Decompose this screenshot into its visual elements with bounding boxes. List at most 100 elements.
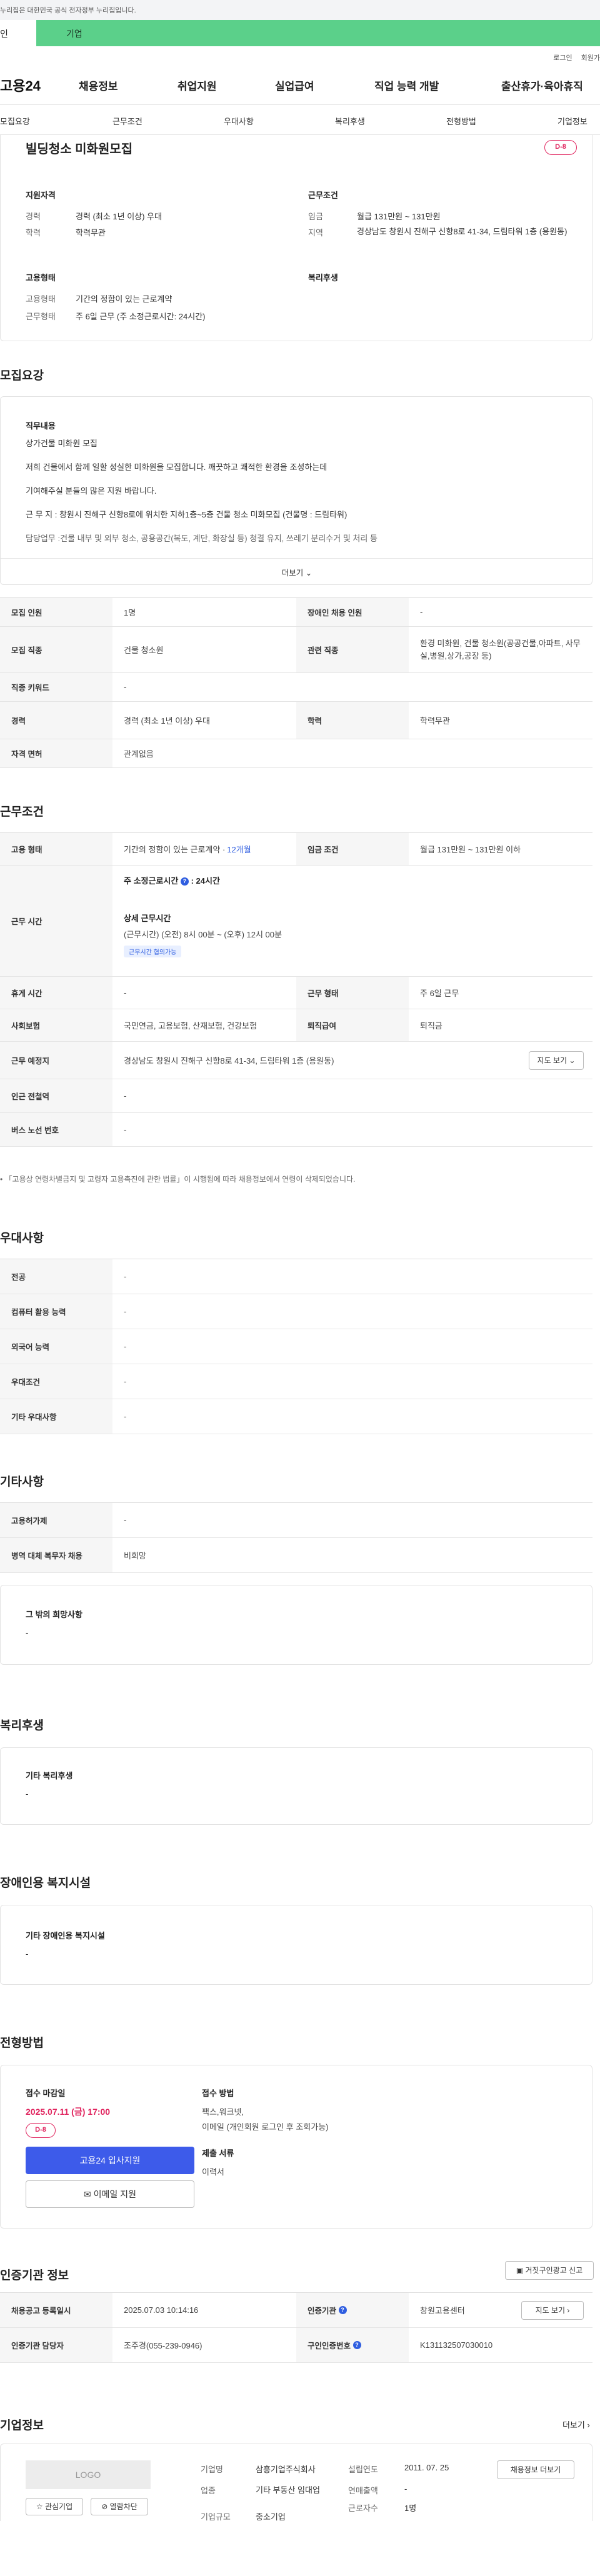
table-header: 퇴직급여 <box>296 1009 409 1041</box>
site-logo[interactable]: 고용24 <box>0 75 75 95</box>
table-header: 근무 시간 <box>0 866 112 976</box>
recruit-table: 모집 인원 1명 장애인 채용 인원 - 모집 직종 건물 청소원 관련 직종 … <box>0 597 592 768</box>
table-cell: - <box>124 1342 127 1351</box>
table-header: 컴퓨터 활용 능력 <box>0 1294 112 1329</box>
badge-text: 근무시간 협의가능 <box>124 946 182 957</box>
map-view-button[interactable]: 지도 보기 ⌄ <box>529 1051 584 1070</box>
false-ad-report-button[interactable]: ▣ 거짓구인광고 신고 <box>505 2261 594 2280</box>
mail-icon: ✉ <box>84 2189 91 2199</box>
duty-line: 저희 건물에서 함께 일할 성실한 미화원을 모집합니다. 깨끗하고 쾌적한 환… <box>26 462 328 472</box>
cert-heading: 인증기관 정보 <box>0 2269 69 2282</box>
place-text: 경상남도 창원시 진해구 신항8로 41-34, 드림타워 1층 (용원동) <box>124 1056 334 1066</box>
table-header: 병역 대체 복무자 채용 <box>0 1538 112 1572</box>
table-cell: - <box>124 1125 127 1134</box>
detail-hours-label: 상세 근무시간 <box>124 914 171 923</box>
table-header: 구인인증번호 ? <box>296 2328 409 2362</box>
emp-key: 고용형태 <box>26 294 56 304</box>
welfare-card: 기타 복리후생 - <box>0 1747 592 1825</box>
anchor-company[interactable]: 기업정보 <box>558 115 588 127</box>
table-header: 학력 <box>296 702 409 739</box>
table-header: 기타 우대사항 <box>0 1399 112 1434</box>
hours-label: 주 소정근로시간 <box>124 876 179 886</box>
table-row: 우대조건 - <box>0 1364 592 1399</box>
disabled-heading: 장애인용 복지시설 <box>0 1877 91 1890</box>
anchor-process[interactable]: 전형방법 <box>446 115 476 127</box>
nav-unemployment-benefit[interactable]: 실업급여 <box>275 77 314 93</box>
table-cell: - <box>124 1307 127 1316</box>
table-header: 직종 키워드 <box>0 673 112 701</box>
util-links: 로그인 회원가 <box>0 46 600 65</box>
nav-employment-support[interactable]: 취업지원 <box>178 77 217 93</box>
table-row: 고용허가제 - <box>0 1503 592 1538</box>
emp-value: 기간의 정함이 있는 근로계약 <box>76 294 172 304</box>
agency-map-button[interactable]: 지도 보기 › <box>521 2301 584 2320</box>
box-title: 그 밖의 희망사항 <box>26 1610 82 1619</box>
map-btn-label: 지도 보기 <box>535 2306 566 2315</box>
email-btn-label: 이메일 지원 <box>93 2189 136 2199</box>
docs-value: 이력서 <box>202 2167 224 2177</box>
anchor-pref[interactable]: 우대사항 <box>224 115 254 127</box>
signup-link[interactable]: 회원가 <box>581 54 600 62</box>
info-icon[interactable]: ? <box>180 877 189 886</box>
table-header: 근무 형태 <box>296 977 409 1009</box>
box-title: 기타 복리후생 <box>26 1771 73 1780</box>
table-header: 모집 직종 <box>0 627 112 672</box>
email-apply-button[interactable]: ✉ 이메일 지원 <box>26 2180 194 2208</box>
work-table: 고용 형태 기간의 정함이 있는 근로계약 · 12개월 임금 조건 월급 13… <box>0 832 592 1147</box>
table-cell: - <box>124 1091 127 1101</box>
box-value: - <box>26 1789 29 1799</box>
table-row: 고용 형태 기간의 정함이 있는 근로계약 · 12개월 임금 조건 월급 13… <box>0 833 592 866</box>
cond-key: 지역 <box>308 228 323 237</box>
table-row: 채용공고 등록일시 2025.07.03 10:14:16 인증기관 ? 창원고… <box>0 2293 592 2328</box>
block-view-button[interactable]: ⊘ 열람차단 <box>91 2498 148 2515</box>
table-cell: 주 6일 근무 <box>420 989 459 998</box>
nav-jobs[interactable]: 채용정보 <box>79 77 118 93</box>
hours-negotiable-badge: 근무시간 협의가능 <box>124 946 182 957</box>
table-row: 기타 우대사항 - <box>0 1399 592 1434</box>
table-header: 자격 면허 <box>0 739 112 767</box>
nav-parental-leave[interactable]: 출산휴가·육아휴직 <box>501 77 583 93</box>
table-cell: 건물 청소원 <box>124 646 164 655</box>
company-value: - <box>404 2484 408 2494</box>
table-row: 휴게 시간 - 근무 형태 주 6일 근무 <box>0 977 592 1009</box>
table-row: 직종 키워드 - <box>0 673 592 702</box>
table-row: 근무 시간 주 소정근로시간 ? : 24시간 상세 근무시간 (근무시간) (… <box>0 866 592 977</box>
table-header: 고용허가제 <box>0 1503 112 1537</box>
member-type-tabs: 인 기업 <box>0 20 600 46</box>
info-icon[interactable]: ? <box>352 2341 361 2349</box>
login-link[interactable]: 로그인 <box>553 54 572 62</box>
tab-corporate[interactable]: 기업 <box>36 20 600 46</box>
tab-individual[interactable]: 인 <box>0 20 36 46</box>
company-more-link[interactable]: 더보기 › <box>562 2419 590 2430</box>
anchor-work[interactable]: 근무조건 <box>112 115 142 127</box>
company-jobs-button[interactable]: 채용정보 더보기 <box>497 2460 574 2479</box>
table-row: 자격 면허 관계없음 <box>0 739 592 768</box>
more-label: 더보기 <box>562 2420 585 2430</box>
info-icon[interactable]: ? <box>338 2306 347 2314</box>
table-row: 컴퓨터 활용 능력 - <box>0 1294 592 1329</box>
dday-badge: D-8 <box>544 140 577 155</box>
company-value: 2011. 07. 25 <box>404 2463 449 2472</box>
interest-company-button[interactable]: ☆ 관심기업 <box>26 2498 83 2515</box>
method-label: 접수 방법 <box>202 2089 234 2098</box>
apply-button[interactable]: 고용24 입사지원 <box>26 2147 194 2174</box>
company-value: 중소기업 <box>256 2512 286 2522</box>
anchor-welfare[interactable]: 복리후생 <box>335 115 365 127</box>
box-value: - <box>26 1628 29 1637</box>
anchor-recruit[interactable]: 모집요강 <box>0 115 30 127</box>
hours-value: : 24시간 <box>191 876 220 886</box>
nav-skills-dev[interactable]: 직업 능력 개발 <box>374 77 439 93</box>
table-header: 버스 노선 번호 <box>0 1113 112 1146</box>
table-header: 채용공고 등록일시 <box>0 2293 112 2327</box>
dday-badge: D-8 <box>26 2123 56 2138</box>
gov-notice-bar: 누리집은 대한민국 공식 전자정부 누리집입니다. <box>0 0 600 20</box>
table-row: 모집 인원 1명 장애인 채용 인원 - <box>0 598 592 627</box>
more-label: 더보기 <box>281 569 304 577</box>
table-cell: - <box>124 1515 127 1525</box>
qual-value: 학력무관 <box>76 228 106 237</box>
table-cell: 창원고용센터 지도 보기 › <box>409 2293 592 2327</box>
detail-body: 모집요강 직무내용 상가건물 미화원 모집 저희 건물에서 함께 일할 성실한 … <box>0 341 600 2522</box>
duty-more-button[interactable]: 더보기 ⌄ <box>1 558 593 584</box>
table-cell: 퇴직금 <box>420 1021 442 1031</box>
deadline-value: 2025.07.11 (금) 17:00 <box>26 2107 111 2117</box>
